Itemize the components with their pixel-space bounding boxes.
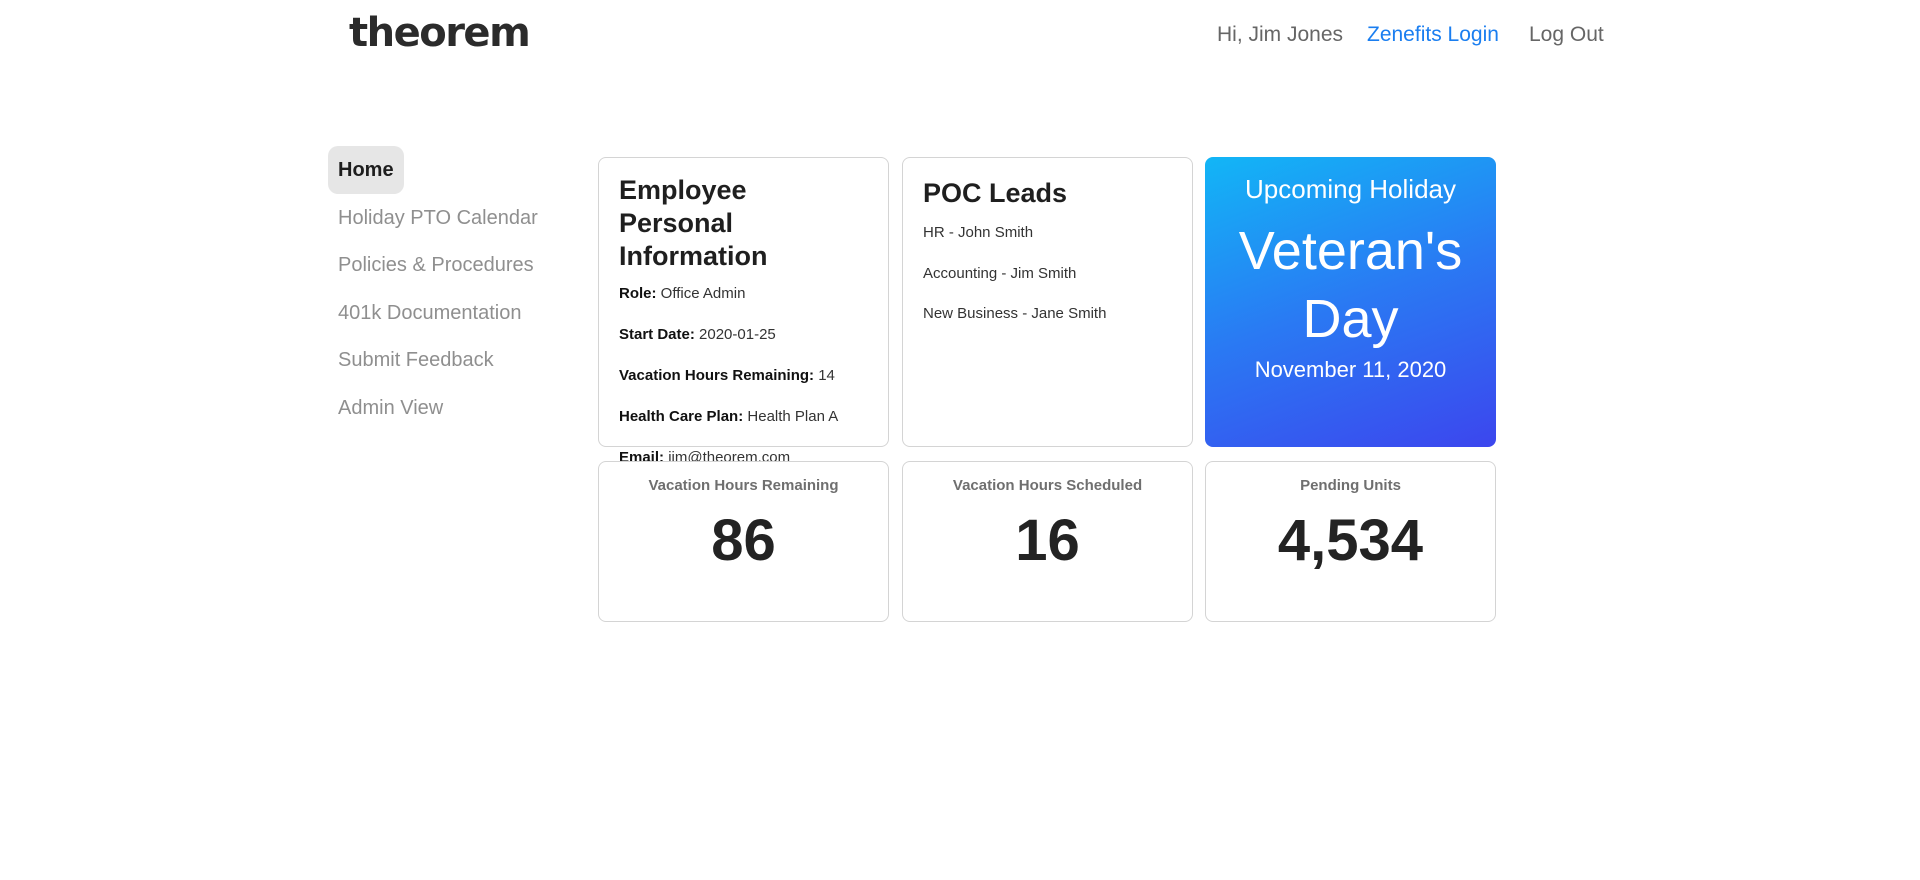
employee-info-card: Employee Personal Information Role: Offi… — [598, 157, 889, 466]
sidebar-item-policies-procedures[interactable]: Policies & Procedures — [328, 241, 544, 289]
poc-leads-card: POC Leads HR - John Smith Accounting - J… — [902, 157, 1193, 447]
stat-card-pending-units: Pending Units 4,534 — [1205, 461, 1496, 622]
info-health-care-plan: Health Care Plan: Health Plan A — [619, 406, 868, 428]
info-role-label: Role: — [619, 285, 657, 302]
zenefits-login-link[interactable]: Zenefits Login — [1367, 20, 1499, 50]
stat-value: 16 — [1015, 508, 1080, 573]
info-start-date: Start Date: 2020-01-25 — [619, 324, 868, 346]
stat-card-vacation-remaining: Vacation Hours Remaining 86 — [598, 461, 889, 622]
sidebar-item-holiday-pto-calendar[interactable]: Holiday PTO Calendar — [328, 194, 548, 242]
page: theorem Hi, Jim Jones Zenefits Login Log… — [0, 0, 1920, 880]
sidebar-nav: Home Holiday PTO Calendar Policies & Pro… — [328, 146, 558, 431]
stat-card-vacation-scheduled: Vacation Hours Scheduled 16 — [902, 461, 1193, 622]
holiday-date: November 11, 2020 — [1254, 357, 1447, 382]
user-greeting: Hi, Jim Jones — [1217, 23, 1344, 46]
employee-info-title: Employee Personal Information — [619, 175, 768, 271]
theorem-logo[interactable]: theorem — [349, 10, 531, 56]
upcoming-holiday-label: Upcoming Holiday — [1245, 174, 1456, 204]
info-vacation-hours: Vacation Hours Remaining: 14 — [619, 365, 868, 387]
stat-value: 86 — [711, 508, 776, 573]
upcoming-holiday-card: Upcoming Holiday Veteran's Day November … — [1205, 157, 1496, 447]
poc-lead-hr: HR - John Smith — [923, 224, 1034, 241]
sidebar-item-admin-view[interactable]: Admin View — [328, 384, 453, 432]
stat-label: Vacation Hours Scheduled — [952, 477, 1143, 494]
info-start-date-label: Start Date: — [619, 326, 695, 343]
stat-value: 4,534 — [1277, 508, 1424, 573]
info-health-care-plan-label: Health Care Plan: — [619, 408, 744, 425]
info-role-value: Office Admin — [660, 285, 746, 302]
info-role: Role: Office Admin — [619, 283, 868, 305]
sidebar-item-submit-feedback[interactable]: Submit Feedback — [328, 336, 504, 384]
poc-leads-title: POC Leads — [923, 178, 1068, 208]
poc-lead-new-business: New Business - Jane Smith — [923, 305, 1107, 322]
poc-lead-accounting: Accounting - Jim Smith — [923, 264, 1077, 282]
stat-label: Vacation Hours Remaining — [648, 477, 839, 494]
sidebar-item-home[interactable]: Home — [328, 146, 404, 194]
stat-label: Pending Units — [1300, 477, 1401, 494]
info-vacation-hours-value: 14 — [818, 367, 835, 384]
holiday-name: Veteran's Day — [1238, 221, 1463, 349]
info-health-care-plan-value: Health Plan A — [747, 408, 839, 425]
info-start-date-value: 2020-01-25 — [699, 326, 776, 343]
sidebar-item-401k-documentation[interactable]: 401k Documentation — [328, 289, 531, 337]
info-vacation-hours-label: Vacation Hours Remaining: — [619, 367, 815, 384]
logout-link[interactable]: Log Out — [1529, 20, 1604, 50]
